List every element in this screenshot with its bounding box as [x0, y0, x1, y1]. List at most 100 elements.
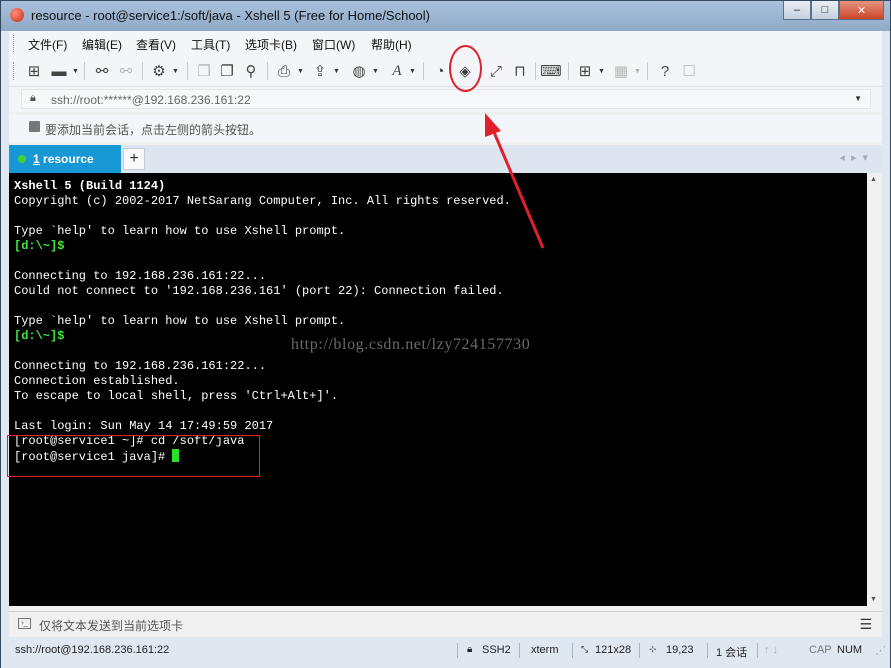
status-cursor: 19,23 [666, 644, 694, 656]
title-bar[interactable]: resource - root@service1:/soft/java - Xs… [1, 1, 890, 31]
terminal-output[interactable]: Xshell 5 (Build 1124) Copyright (c) 2002-… [9, 173, 867, 464]
chat-icon[interactable]: ☐ [679, 61, 699, 81]
add-session-arrow-icon[interactable] [29, 121, 40, 132]
print-dropdown-icon[interactable]: ▼ [297, 68, 304, 75]
xftp-icon[interactable]: ◔ [430, 61, 450, 81]
toolbar-divider [84, 62, 85, 80]
compose-icon[interactable]: ›_ [18, 618, 31, 629]
menubar-grip-handle[interactable] [13, 35, 17, 52]
add-dropdown-icon[interactable]: ▼ [598, 68, 605, 75]
menu-file[interactable]: 文件(F) [28, 36, 67, 53]
menu-window[interactable]: 窗口(W) [312, 36, 355, 53]
ssh-lock-icon: 🔒︎ [467, 644, 473, 655]
tab-number: 1 [33, 152, 40, 166]
open-dropdown-icon[interactable]: ▼ [72, 68, 79, 75]
window-controls: – □ ✕ [783, 1, 884, 21]
status-divider [639, 643, 640, 658]
terminal-screen[interactable]: Xshell 5 (Build 1124) Copyright (c) 2002-… [9, 173, 867, 606]
toolbar-divider [423, 62, 424, 80]
font-icon[interactable]: A [387, 61, 407, 81]
font-dropdown-icon[interactable]: ▼ [409, 68, 416, 75]
minimize-button[interactable]: – [783, 1, 811, 20]
watermark-text: http://blog.csdn.net/lzy724157730 [291, 336, 531, 353]
disconnect-icon[interactable]: ⚯ [116, 61, 136, 81]
menu-view[interactable]: 查看(V) [136, 36, 176, 53]
tab-bar: 1 resource + ◂▸▾ [9, 145, 882, 173]
open-folder-icon[interactable]: ▬ [49, 61, 69, 81]
layout-icon[interactable]: ▦ [611, 61, 631, 81]
compose-bar: ›_ 仅将文本发送到当前选项卡 ☰ [9, 611, 882, 637]
address-dropdown-icon[interactable]: ▼ [854, 94, 862, 103]
address-bar: 🔒︎ ssh://root:******@192.168.236.161:22 … [9, 87, 882, 112]
status-protocol: SSH2 [482, 644, 511, 656]
status-num: NUM [837, 644, 863, 656]
scroll-up-icon[interactable]: ▲ [870, 176, 877, 183]
status-divider [572, 643, 573, 658]
session-nav-icon[interactable]: ↑ ↓ [764, 644, 778, 656]
toolbar: ⊞ ▬ ▼ ⚯ ⚯ ⚙ ▼ ❐ ❐ ⚲ ⎙ ▼ ⇪ ▼ ◍ ▼ A ▼ ◔ ◈ … [9, 56, 882, 87]
terminal-line: Type `help' to learn how to use Xshell p… [14, 314, 346, 328]
status-size: 121x28 [595, 644, 632, 656]
keyboard-icon[interactable]: ⌨ [540, 61, 562, 81]
menu-tabs[interactable]: 选项卡(B) [245, 36, 297, 53]
terminal-line: Connecting to 192.168.236.161:22... [14, 359, 267, 373]
size-icon: ⤡ [581, 644, 589, 654]
address-field[interactable]: 🔒︎ ssh://root:******@192.168.236.161:22 … [21, 89, 871, 109]
maximize-button[interactable]: □ [811, 1, 839, 20]
links-bar: 要添加当前会话，点击左侧的箭头按钮。 [9, 115, 882, 142]
tab-name: resource [39, 152, 94, 166]
compose-menu-icon[interactable]: ☰ [859, 616, 872, 633]
terminal-scrollbar[interactable]: ▲ ▼ [867, 173, 882, 606]
terminal-line: Connection established. [14, 374, 180, 388]
new-tab-button[interactable]: + [123, 148, 145, 170]
annotation-arrow-icon [485, 113, 545, 249]
connected-status-icon [18, 155, 26, 163]
address-text[interactable]: ssh://root:******@192.168.236.161:22 [51, 93, 251, 107]
terminal-line: To escape to local shell, press 'Ctrl+Al… [14, 389, 339, 403]
paste-icon[interactable]: ❐ [217, 61, 237, 81]
status-divider [757, 643, 758, 658]
add-icon[interactable]: ⊞ [575, 61, 595, 81]
close-button[interactable]: ✕ [839, 1, 884, 20]
menu-edit[interactable]: 编辑(E) [82, 36, 122, 53]
resize-grip-icon[interactable]: ⋰ [875, 644, 886, 657]
links-bar-hint: 要添加当前会话，点击左侧的箭头按钮。 [45, 123, 262, 137]
toolbar-divider [142, 62, 143, 80]
toolbar-grip-handle[interactable] [13, 62, 17, 80]
find-icon[interactable]: ⚲ [241, 61, 261, 81]
toolbar-divider [568, 62, 569, 80]
annotation-circle [449, 45, 482, 92]
transfer-icon[interactable]: ⇪ [310, 61, 330, 81]
reconnect-icon[interactable]: ⚯ [92, 61, 112, 81]
toolbar-divider [647, 62, 648, 80]
globe-dropdown-icon[interactable]: ▼ [372, 68, 379, 75]
terminal-line: Xshell 5 (Build 1124) [14, 179, 166, 193]
tab-scroll-arrows[interactable]: ◂▸▾ [839, 151, 874, 164]
padlock-icon: 🔒︎ [30, 92, 36, 104]
properties-dropdown-icon[interactable]: ▼ [172, 68, 179, 75]
tab-resource[interactable]: 1 resource [9, 145, 121, 173]
help-icon[interactable]: ? [655, 61, 675, 81]
print-icon[interactable]: ⎙ [274, 61, 294, 81]
fullscreen-icon[interactable]: ⤢ [486, 61, 506, 81]
status-divider [707, 643, 708, 658]
tab-label: 1 resource [33, 152, 94, 166]
menu-tools[interactable]: 工具(T) [191, 36, 230, 53]
xshell-app-icon[interactable] [10, 8, 24, 22]
properties-icon[interactable]: ⚙ [149, 61, 169, 81]
status-cap: CAP [809, 644, 832, 656]
toolbar-divider [535, 62, 536, 80]
status-connection: ssh://root@192.168.236.161:22 [15, 644, 170, 656]
transfer-dropdown-icon[interactable]: ▼ [333, 68, 340, 75]
scroll-down-icon[interactable]: ▼ [870, 596, 877, 603]
compose-input[interactable]: 仅将文本发送到当前选项卡 [39, 617, 183, 634]
copy-icon[interactable]: ❐ [194, 61, 214, 81]
layout-dropdown-icon[interactable]: ▼ [634, 68, 641, 75]
lock-icon[interactable]: ⊓ [510, 61, 530, 81]
terminal-line: Could not connect to '192.168.236.161' (… [14, 284, 504, 298]
menu-help[interactable]: 帮助(H) [371, 36, 412, 53]
menu-bar: 文件(F) 编辑(E) 查看(V) 工具(T) 选项卡(B) 窗口(W) 帮助(… [9, 31, 882, 56]
new-session-icon[interactable]: ⊞ [24, 61, 44, 81]
terminal-line: Last login: Sun May 14 17:49:59 2017 [14, 419, 274, 433]
globe-icon[interactable]: ◍ [349, 61, 369, 81]
